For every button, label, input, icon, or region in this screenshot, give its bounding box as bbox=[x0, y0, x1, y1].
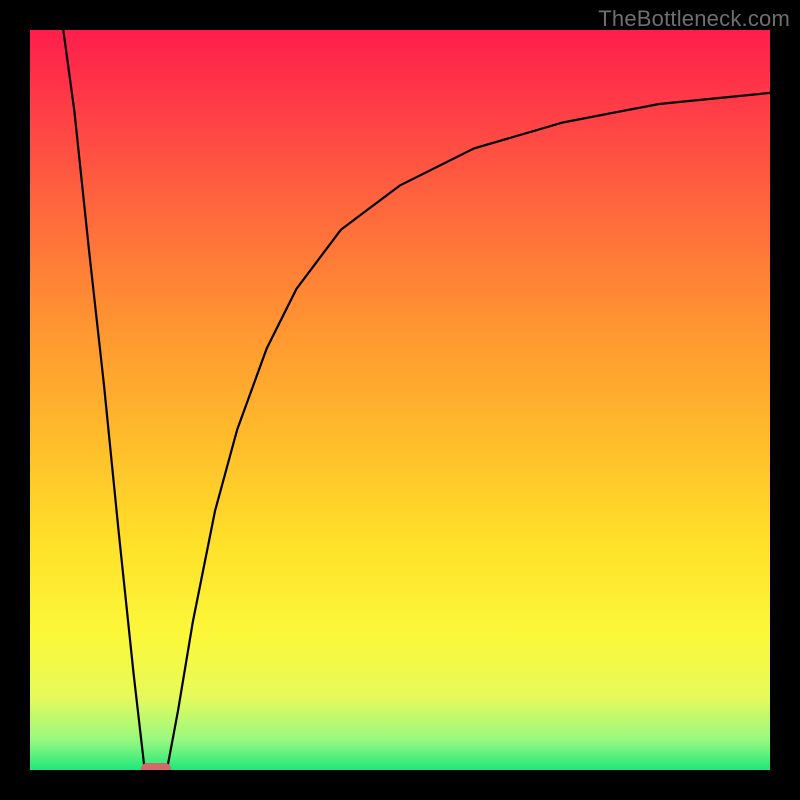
watermark-text: TheBottleneck.com bbox=[598, 6, 790, 32]
curve-layer bbox=[30, 30, 770, 770]
right-branch-curve bbox=[167, 93, 770, 770]
chart-frame: TheBottleneck.com bbox=[0, 0, 800, 800]
left-branch-curve bbox=[63, 30, 144, 770]
minimum-marker bbox=[141, 763, 171, 770]
plot-area bbox=[30, 30, 770, 770]
